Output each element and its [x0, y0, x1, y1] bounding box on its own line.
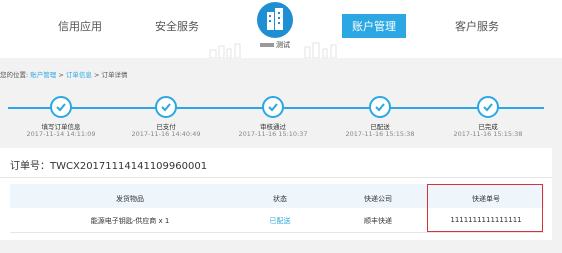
step-time: 2017-11-16 15:15:38: [345, 130, 415, 138]
step-time: 2017-11-16 15:10:37: [238, 130, 308, 138]
step-time: 2017-11-14 14:11:09: [26, 130, 96, 138]
breadcrumb-separator: >: [93, 71, 100, 79]
logo-subtitle: 测试: [260, 40, 290, 50]
breadcrumb-prefix: 您的位置:: [0, 71, 29, 79]
row-divider: [10, 232, 544, 233]
tracking-number-highlight-box: [427, 184, 543, 232]
cell-courier: 顺丰快递: [364, 217, 392, 225]
step-check-icon: [369, 96, 391, 118]
breadcrumb: 您的位置: 账户管理 > 订单信息 > 订单详情: [0, 69, 128, 79]
step-time: 2017-11-16 15:15:38: [453, 130, 523, 138]
nav-item-credit-apps[interactable]: 信用应用: [58, 18, 102, 34]
step-check-icon: [477, 96, 499, 118]
nav-item-security-services[interactable]: 安全服务: [155, 18, 199, 34]
order-number-label: 订单号：: [10, 161, 50, 172]
step-check-icon: [262, 96, 284, 118]
breadcrumb-order-info[interactable]: 订单信息: [66, 71, 92, 79]
order-number-value: TWCX20171114141109960001: [50, 161, 208, 172]
col-header-courier: 快递公司: [364, 195, 392, 203]
cell-status: 已配送: [269, 217, 291, 225]
step-check-icon: [155, 96, 177, 118]
breadcrumb-account-management[interactable]: 账户管理: [30, 71, 56, 79]
step-check-icon: [50, 96, 72, 118]
top-nav: 信用应用 安全服务 测试 账户管理 客户服务: [0, 0, 562, 58]
breadcrumb-separator: >: [58, 71, 64, 79]
cell-item: 能源电子钥匙-供应商 x 1: [90, 217, 170, 225]
col-header-items: 发货物品: [116, 195, 144, 203]
divider: [0, 177, 552, 178]
step-time: 2017-11-16 14:40:49: [131, 130, 201, 138]
breadcrumb-order-detail: 订单详情: [101, 71, 128, 79]
col-header-status: 状态: [273, 195, 287, 203]
nav-item-customer-service[interactable]: 客户服务: [455, 18, 499, 34]
order-number: 订单号：TWCX20171114141109960001: [10, 157, 207, 172]
nav-item-account-management[interactable]: 账户管理: [342, 14, 406, 38]
building-logo-icon: [257, 2, 293, 38]
